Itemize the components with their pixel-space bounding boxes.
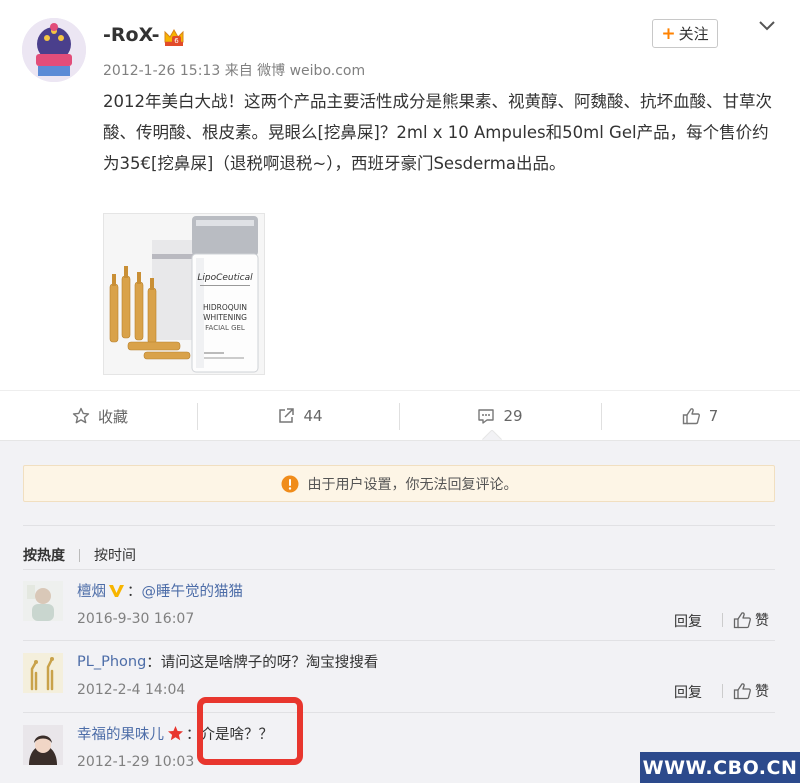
repost-button[interactable]: 44 <box>200 391 400 441</box>
comments-section: 由于用户设置，你无法回复评论。 按热度 按时间 檀烟 ： @睡午觉的猫猫 201… <box>0 440 800 783</box>
comment-colon: ： <box>146 655 161 671</box>
commenter-avatar[interactable] <box>23 581 63 621</box>
reply-button[interactable]: 回复 <box>674 682 702 702</box>
bottle-line3-text: FACIAL GEL <box>205 324 245 332</box>
sort-options: 按热度 按时间 <box>23 545 136 565</box>
comment-tab-pointer <box>482 430 502 440</box>
plus-icon: + <box>661 23 676 44</box>
favorite-button[interactable]: 收藏 <box>0 391 200 441</box>
section-divider <box>23 525 775 526</box>
notice-text: 由于用户设置，你无法回复评论。 <box>307 476 518 493</box>
site-watermark: WWW.CBO.CN <box>640 752 800 783</box>
comment-content: PL_Phong ： 请问这是啥牌子的呀？淘宝搜搜看 <box>77 651 378 672</box>
thumbs-up-icon <box>682 408 700 425</box>
annotation-highlight-box <box>197 697 303 765</box>
repost-icon <box>279 408 295 423</box>
sort-by-hot[interactable]: 按热度 <box>23 545 65 565</box>
comment-icon <box>478 409 495 424</box>
commenter-name[interactable]: PL_Phong <box>77 654 146 670</box>
chevron-down-icon[interactable] <box>756 14 778 36</box>
comment-count: 29 <box>503 407 523 425</box>
red-star-icon <box>168 726 183 741</box>
thumbs-up-icon <box>733 683 751 700</box>
follow-label: 关注 <box>678 25 709 43</box>
svg-text:6: 6 <box>174 37 179 45</box>
commenter-avatar[interactable] <box>23 653 63 693</box>
source-prefix: 来自 <box>224 63 253 79</box>
comment-action-divider <box>722 684 723 698</box>
vip-v-icon <box>109 584 124 597</box>
reply-disabled-notice: 由于用户设置，你无法回复评论。 <box>23 465 775 502</box>
comment-colon: ： <box>127 584 142 600</box>
like-button[interactable]: 7 <box>600 391 800 441</box>
comment-action-divider <box>722 613 723 627</box>
comment-text[interactable]: @睡午觉的猫猫 <box>142 580 244 601</box>
commenter-name[interactable]: 幸福的果味儿 <box>77 723 164 744</box>
weibo-post: -RoX- 6 2012-1-26 15:13 来自 微博 weibo.com … <box>0 0 800 390</box>
comment-like-button[interactable]: 赞 <box>733 610 769 630</box>
post-action-bar: 收藏 44 29 7 <box>0 390 800 440</box>
post-timestamp[interactable]: 2012-1-26 15:13 <box>103 63 220 79</box>
repost-count: 44 <box>303 407 323 425</box>
comment-item: PL_Phong ： 请问这是啥牌子的呀？淘宝搜搜看 2012-2-4 14:0… <box>0 642 800 714</box>
comment-item: 檀烟 ： @睡午觉的猫猫 2016-9-30 16:07 回复 赞 <box>0 571 800 643</box>
comment-time: 2012-1-29 10:03 <box>77 754 195 770</box>
follow-button[interactable]: + 关注 <box>652 19 718 48</box>
comment-divider <box>23 640 775 641</box>
action-divider <box>197 403 198 430</box>
comment-time: 2016-9-30 16:07 <box>77 611 195 627</box>
commenter-name[interactable]: 檀烟 <box>77 580 106 601</box>
post-text: 2012年美白大战！这两个产品主要活性成分是熊果素、视黄醇、阿魏酸、抗坏血酸、甘… <box>103 92 772 173</box>
comment-text: 请问这是啥牌子的呀？淘宝搜搜看 <box>160 655 379 671</box>
like-count: 7 <box>708 407 719 425</box>
section-divider <box>23 569 775 570</box>
post-meta: 2012-1-26 15:13 来自 微博 weibo.com <box>103 60 365 80</box>
favorite-label: 收藏 <box>97 407 128 426</box>
product-image[interactable]: LipoCeutical HIDROQUIN WHITENING FACIAL … <box>103 213 265 375</box>
comment-like-label: 赞 <box>755 613 769 629</box>
crown-badge-icon: 6 <box>164 28 184 46</box>
star-outline-icon <box>72 407 90 424</box>
bottle-line2-text: WHITENING <box>203 313 247 322</box>
comment-like-label: 赞 <box>755 684 769 700</box>
comment-content: 檀烟 ： @睡午觉的猫猫 <box>77 580 243 601</box>
user-avatar[interactable] <box>22 18 86 82</box>
comment-divider <box>23 712 775 713</box>
sort-divider <box>79 548 80 562</box>
comment-like-button[interactable]: 赞 <box>733 681 769 701</box>
reply-button[interactable]: 回复 <box>674 611 702 631</box>
bottle-brand-text: LipoCeutical <box>197 273 253 283</box>
post-username[interactable]: -RoX- <box>103 24 160 46</box>
thumbs-up-icon <box>733 612 751 629</box>
comment-time: 2012-2-4 14:04 <box>77 682 186 698</box>
post-source[interactable]: 微博 weibo.com <box>257 63 365 79</box>
commenter-avatar[interactable] <box>23 725 63 765</box>
sort-by-time[interactable]: 按时间 <box>94 545 136 565</box>
warning-icon <box>281 475 298 492</box>
bottle-line1-text: HIDROQUIN <box>203 303 247 312</box>
